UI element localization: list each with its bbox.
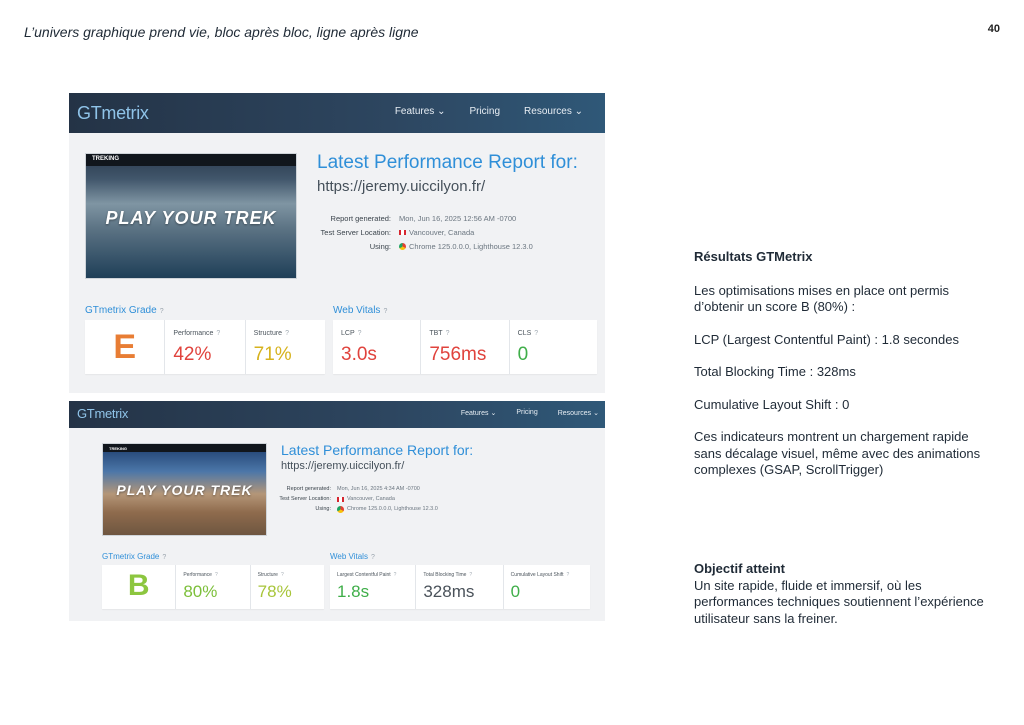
site-thumbnail: TREKING PLAY YOUR TREK <box>85 153 297 279</box>
grade-letter: E <box>113 328 136 366</box>
thumbnail-brand: TREKING <box>109 446 127 451</box>
tbt-value: 756ms <box>429 344 487 365</box>
nav-pricing[interactable]: Pricing <box>516 409 537 417</box>
grade-card: E Performance? 42% Structure? 71% <box>85 320 325 374</box>
help-icon: ? <box>159 308 164 315</box>
vitals-section-label: Web Vitals? <box>333 305 388 316</box>
structure-value: 78% <box>257 582 292 601</box>
lcp-value: 1.8s <box>337 582 370 601</box>
tbt-value: 328ms <box>423 582 475 601</box>
help-icon: ? <box>393 572 397 578</box>
results-cls: Cumulative Layout Shift : 0 <box>694 396 850 412</box>
grade-section-label: GTmetrix Grade? <box>85 305 164 316</box>
thumbnail-brand: TREKING <box>92 156 119 162</box>
results-block: Résultats GTMetrix Les optimisations mis… <box>694 249 984 479</box>
report-url[interactable]: https://jeremy.uiccilyon.fr/ <box>281 460 404 472</box>
gtmetrix-logo[interactable]: GTmetrix <box>77 103 149 124</box>
thumbnail-hero-text: PLAY YOUR TREK <box>105 208 277 228</box>
objective-block: Objectif atteint Un site rapide, fluide … <box>694 561 984 627</box>
report-meta: Report generated: Mon, Jun 16, 2025 12:56… <box>320 213 533 251</box>
gtmetrix-navbar: GTmetrix Features ⌄ Pricing Resources ⌄ <box>69 93 605 133</box>
results-lcp: LCP (Largest Contentful Paint) : 1.8 sec… <box>694 331 959 347</box>
objective-text: Un site rapide, fluide et immersif, où l… <box>694 577 984 626</box>
help-icon: ? <box>370 554 375 561</box>
help-icon: ? <box>280 572 284 578</box>
report-url[interactable]: https://jeremy.uiccilyon.fr/ <box>317 178 485 195</box>
report-meta: Report generated: Mon, Jun 16, 2025 4:34 … <box>279 486 438 513</box>
results-heading: Résultats GTMetrix <box>694 249 813 264</box>
chrome-icon <box>337 505 344 513</box>
nav-pricing[interactable]: Pricing <box>469 106 500 117</box>
gtmetrix-navbar: GTmetrix Features ⌄ Pricing Resources ⌄ <box>69 401 605 428</box>
performance-value: 42% <box>173 344 212 365</box>
help-icon: ? <box>534 330 539 337</box>
page-number: 40 <box>987 23 1000 35</box>
help-icon: ? <box>162 554 167 561</box>
nav-features[interactable]: Features ⌄ <box>461 409 496 417</box>
help-icon: ? <box>214 572 218 578</box>
thumbnail-hero-text: PLAY YOUR TREK <box>116 482 253 498</box>
results-summary: Ces indicateurs montrent un chargement r… <box>694 429 981 477</box>
help-icon: ? <box>383 308 388 315</box>
report-title: Latest Performance Report for: <box>281 442 474 458</box>
help-icon: ? <box>357 330 362 337</box>
canada-flag-icon <box>337 496 344 502</box>
cls-value: 0 <box>510 582 521 601</box>
structure-value: 71% <box>253 344 292 365</box>
gtmetrix-screenshot-before: GTmetrix Features ⌄ Pricing Resources ⌄ … <box>69 93 605 393</box>
gtmetrix-screenshot-after: GTmetrix Features ⌄ Pricing Resources ⌄ … <box>69 401 605 621</box>
nav-resources[interactable]: Resources ⌄ <box>558 409 599 417</box>
page-title: L’univers graphique prend vie, bloc aprè… <box>24 24 419 40</box>
objective-heading: Objectif atteint <box>694 561 786 576</box>
performance-value: 80% <box>183 582 218 601</box>
help-icon: ? <box>469 572 473 578</box>
help-icon: ? <box>285 330 289 337</box>
grade-section-label: GTmetrix Grade? <box>102 552 167 561</box>
help-icon: ? <box>445 330 450 337</box>
cls-value: 0 <box>517 344 529 365</box>
grade-card: B Performance? 80% Structure? 78% <box>102 565 324 609</box>
results-intro: Les optimisations mises en place ont per… <box>694 282 950 315</box>
gtmetrix-logo[interactable]: GTmetrix <box>77 406 128 421</box>
nav-resources[interactable]: Resources ⌄ <box>524 106 583 117</box>
help-icon: ? <box>566 572 570 578</box>
canada-flag-icon <box>399 229 406 235</box>
vitals-card: Largest Contentful Paint? 1.8s Total Bloc… <box>330 565 590 609</box>
lcp-value: 3.0s <box>341 344 377 365</box>
vitals-section-label: Web Vitals? <box>330 552 375 561</box>
help-icon: ? <box>216 330 221 337</box>
nav-features[interactable]: Features ⌄ <box>395 106 446 117</box>
chrome-icon <box>399 242 406 250</box>
results-tbt: Total Blocking Time : 328ms <box>694 364 856 379</box>
grade-letter: B <box>127 569 150 602</box>
site-thumbnail: TREKING PLAY YOUR TREK <box>102 443 267 536</box>
report-title: Latest Performance Report for: <box>317 152 578 173</box>
vitals-card: LCP? 3.0s TBT? 756ms CLS? 0 <box>333 320 597 374</box>
